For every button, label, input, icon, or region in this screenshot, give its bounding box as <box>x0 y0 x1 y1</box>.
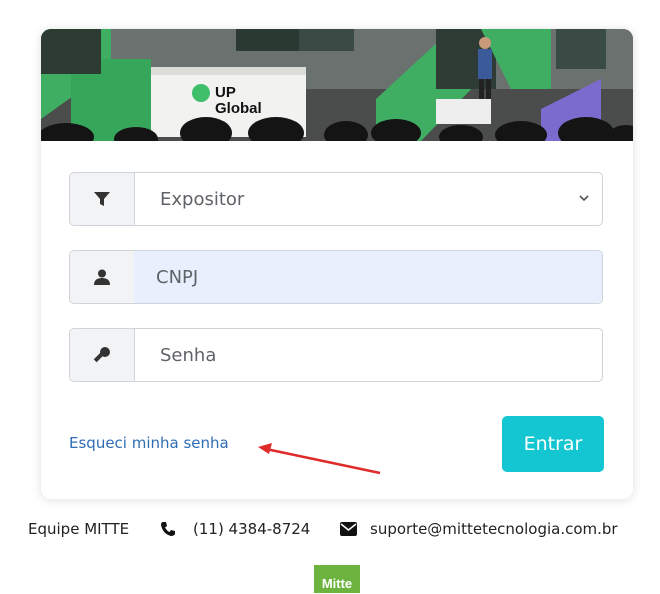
user-icon <box>70 251 135 303</box>
banner-logo-line1: UP <box>215 84 236 101</box>
filter-icon <box>70 173 135 225</box>
footer-phone: (11) 4384-8724 <box>193 520 311 538</box>
key-icon <box>70 329 135 381</box>
red-arrow-annotation <box>258 443 381 475</box>
banner-logo-line2: Global <box>215 100 262 117</box>
password-input[interactable] <box>134 329 602 381</box>
event-banner-image: UP Global <box>41 29 633 141</box>
password-field <box>69 328 603 382</box>
footer-email[interactable]: suporte@mittetecnologia.com.br <box>370 518 618 540</box>
envelope-icon <box>340 522 357 536</box>
footer-team: Equipe MITTE <box>28 520 130 538</box>
footer: Equipe MITTE (11) 4384-8724 suporte@mitt… <box>0 518 660 542</box>
mitte-logo: Mitte <box>314 565 360 593</box>
category-select[interactable]: Expositor <box>69 172 603 226</box>
login-button[interactable]: Entrar <box>502 416 604 472</box>
login-card: UP Global Expositor CNPJ Esqueci minha s… <box>41 29 633 499</box>
phone-icon <box>161 522 175 536</box>
forgot-password-link[interactable]: Esqueci minha senha <box>69 434 229 452</box>
cnpj-field <box>69 250 603 304</box>
cnpj-input[interactable] <box>134 251 602 303</box>
chevron-down-icon <box>579 195 589 202</box>
category-select-value: Expositor <box>160 188 245 210</box>
